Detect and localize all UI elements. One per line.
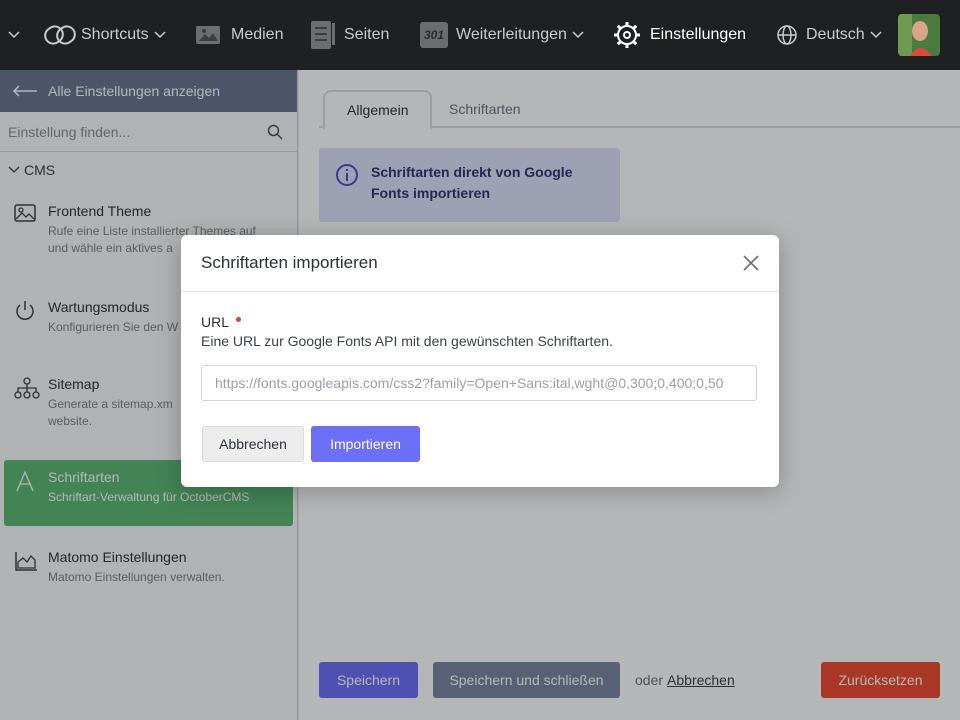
link-icon [44, 25, 76, 45]
modal-body: URL Eine URL zur Google Fonts API mit de… [181, 292, 779, 401]
redirect-301-icon: 301 [420, 22, 448, 48]
required-indicator [236, 317, 242, 322]
nav-settings[interactable]: Einstellungen [612, 0, 746, 70]
document-icon [311, 21, 335, 49]
globe-icon [777, 25, 797, 45]
import-button[interactable]: Importieren [311, 426, 420, 462]
nav-shortcuts-label: Shortcuts [81, 26, 149, 43]
modal-title: Schriftarten importieren [201, 253, 378, 272]
nav-redirects-label: Weiterleitungen [456, 26, 567, 43]
nav-pages[interactable]: Seiten [310, 0, 389, 70]
url-field-label: URL [201, 314, 759, 330]
chevron-down-icon [154, 31, 166, 39]
nav-language[interactable]: Deutsch [776, 0, 882, 70]
nav-redirects[interactable]: 301 Weiterleitungen [420, 0, 584, 70]
url-field-help: Eine URL zur Google Fonts API mit den ge… [201, 333, 613, 349]
avatar-image [898, 14, 940, 56]
gear-icon [614, 22, 640, 48]
user-avatar[interactable] [898, 14, 940, 56]
nav-settings-label: Einstellungen [650, 26, 747, 43]
nav-language-label: Deutsch [806, 26, 865, 43]
modal-header: Schriftarten importieren [181, 235, 779, 292]
nav-shortcuts[interactable]: Shortcuts [43, 0, 166, 70]
nav-media-label: Medien [231, 26, 284, 43]
media-icon [196, 26, 220, 44]
nav-media[interactable]: Medien [195, 0, 283, 70]
nav-pages-label: Seiten [344, 26, 390, 43]
close-icon[interactable] [743, 255, 759, 271]
nav-overflow-chevron[interactable] [8, 0, 20, 70]
chevron-down-icon [572, 31, 584, 39]
top-navigation-bar: Shortcuts Medien Seiten 301 Weiterleitun… [0, 0, 960, 70]
url-label-text: URL [201, 314, 230, 330]
chevron-down-icon [8, 31, 20, 39]
chevron-down-icon [870, 31, 882, 39]
import-fonts-modal: Schriftarten importieren URL Eine URL zu… [181, 235, 779, 487]
modal-cancel-button[interactable]: Abbrechen [202, 426, 304, 462]
url-input[interactable] [201, 365, 757, 401]
